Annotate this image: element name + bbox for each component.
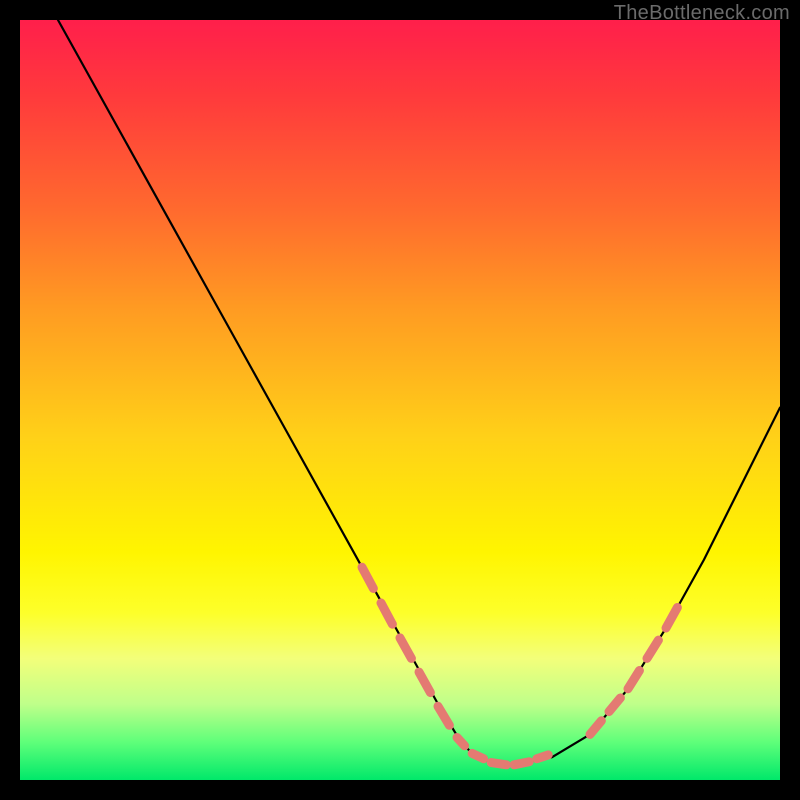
highlight-dash — [419, 672, 430, 693]
highlight-dash — [537, 755, 548, 759]
highlight-dash — [647, 640, 658, 658]
highlight-dash — [457, 737, 465, 745]
highlight-dash — [609, 698, 620, 712]
highlight-dashes — [362, 567, 677, 765]
highlight-dash — [514, 762, 529, 765]
highlight-dash — [628, 671, 639, 689]
bottleneck-curve — [58, 20, 780, 765]
highlight-dash — [666, 607, 677, 628]
highlight-dash — [362, 567, 373, 588]
highlight-dash — [400, 638, 411, 659]
highlight-dash — [381, 603, 392, 624]
plot-area — [20, 20, 780, 780]
curve-svg — [20, 20, 780, 780]
highlight-dash — [590, 721, 601, 735]
highlight-dash — [438, 706, 449, 725]
highlight-dash — [472, 753, 483, 758]
highlight-dash — [491, 763, 506, 765]
chart-frame: TheBottleneck.com — [0, 0, 800, 800]
